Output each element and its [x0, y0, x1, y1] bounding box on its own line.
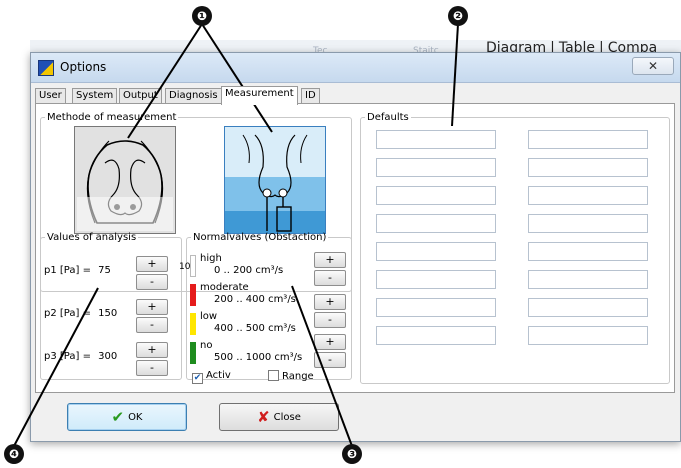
x-icon: ✘	[257, 408, 270, 426]
norm-edge-clip-text: 10	[179, 262, 191, 272]
range-checkbox-box[interactable]	[268, 370, 279, 381]
norm-item-high: high 0 .. 200 cm³/s	[190, 253, 318, 279]
window-close-button[interactable]: ✕	[632, 57, 674, 75]
default-value-input[interactable]	[376, 326, 496, 345]
default-value-input[interactable]	[528, 326, 648, 345]
activ-checkbox-box[interactable]: ✔	[192, 373, 203, 384]
norm-color-swatch-no[interactable]	[190, 342, 196, 364]
close-button-label: Close	[273, 412, 301, 423]
norm-item-moderate: moderate 200 .. 400 cm³/s	[190, 282, 318, 308]
analysis-row-p1: p1 [Pa] = 75	[44, 265, 111, 276]
default-value-input[interactable]	[528, 130, 648, 149]
dialog-titlebar[interactable]: Options ✕	[31, 53, 680, 83]
p1-stepper: + -	[136, 256, 168, 290]
norm-label-no: no	[200, 340, 213, 351]
default-value-input[interactable]	[528, 214, 648, 233]
range-checkbox-label: Range	[282, 371, 314, 382]
default-value-input[interactable]	[528, 270, 648, 289]
norm-low-increase-button[interactable]: +	[314, 334, 346, 350]
tab-system[interactable]: System	[72, 88, 118, 104]
p3-label: p3 [Pa] =	[44, 351, 91, 362]
ok-button-label: OK	[128, 412, 143, 423]
app-logo-icon	[38, 60, 54, 76]
norm-high-increase-button[interactable]: +	[314, 252, 346, 268]
norm-high-decrease-button[interactable]: -	[314, 270, 346, 286]
analysis-row-p3: p3 [Pa] = 300	[44, 351, 117, 362]
default-value-input[interactable]	[376, 242, 496, 261]
default-value-input[interactable]	[376, 270, 496, 289]
method-group-legend: Methode of measurement	[47, 112, 177, 123]
activ-checkbox-label: Activ	[206, 370, 231, 381]
default-value-input[interactable]	[528, 158, 648, 177]
default-value-input[interactable]	[528, 186, 648, 205]
ok-button[interactable]: ✔ OK	[67, 403, 187, 431]
norm-color-swatch-high[interactable]	[190, 255, 196, 277]
tab-output[interactable]: Output	[119, 88, 162, 104]
callout-2-badge: ❷	[448, 6, 468, 26]
default-value-input[interactable]	[528, 298, 648, 317]
defaults-group-legend: Defaults	[367, 112, 409, 123]
normalvalues-group-legend: Normalvalves (Obstaction)	[193, 232, 327, 243]
face-mask-icon	[75, 127, 175, 233]
callout-1-badge: ❶	[192, 6, 212, 26]
checkmark-icon: ✔	[111, 408, 125, 426]
default-value-input[interactable]	[528, 242, 648, 261]
norm-range-no: 500 .. 1000 cm³/s	[214, 352, 303, 363]
default-value-input[interactable]	[376, 298, 496, 317]
p3-stepper: + -	[136, 342, 168, 376]
norm-low-decrease-button[interactable]: -	[314, 352, 346, 368]
norm-moderate-stepper: + -	[314, 294, 346, 328]
p2-decrease-button[interactable]: -	[136, 317, 168, 333]
measurement-method-face-mask[interactable]	[74, 126, 176, 234]
norm-range-low: 400 .. 500 cm³/s	[214, 323, 296, 334]
default-value-input[interactable]	[376, 158, 496, 177]
norm-item-no: no 500 .. 1000 cm³/s	[190, 340, 318, 366]
p1-increase-button[interactable]: +	[136, 256, 168, 272]
analysis-group-legend: Values of analysis	[47, 232, 137, 243]
measurement-tab-panel: Methode of measurement Values of analysi…	[35, 103, 675, 393]
tab-id[interactable]: ID	[301, 88, 320, 104]
p1-label: p1 [Pa] =	[44, 265, 91, 276]
norm-item-low: low 400 .. 500 cm³/s	[190, 311, 318, 337]
measurement-method-nasal-probes[interactable]	[224, 126, 326, 234]
norm-range-moderate: 200 .. 400 cm³/s	[214, 294, 296, 305]
p3-increase-button[interactable]: +	[136, 342, 168, 358]
norm-moderate-increase-button[interactable]: +	[314, 294, 346, 310]
norm-label-high: high	[200, 253, 222, 264]
p1-value: 75	[98, 265, 111, 276]
nasal-probes-icon	[225, 127, 325, 233]
norm-label-low: low	[200, 311, 218, 322]
norm-label-moderate: moderate	[200, 282, 249, 293]
norm-color-swatch-moderate[interactable]	[190, 284, 196, 306]
tab-diagnosis[interactable]: Diagnosis	[165, 88, 222, 104]
norm-high-stepper: + -	[314, 252, 346, 286]
p3-decrease-button[interactable]: -	[136, 360, 168, 376]
activ-checkbox[interactable]: ✔ Activ	[192, 370, 231, 384]
p3-value: 300	[98, 351, 118, 362]
close-button[interactable]: ✘ Close	[219, 403, 339, 431]
default-value-input[interactable]	[376, 130, 496, 149]
p2-label: p2 [Pa] =	[44, 308, 91, 319]
callout-4-badge: ❹	[4, 444, 24, 464]
range-checkbox[interactable]: Range	[268, 370, 314, 382]
analysis-row-p2: p2 [Pa] = 150	[44, 308, 117, 319]
dialog-title: Options	[60, 60, 107, 74]
norm-color-swatch-low[interactable]	[190, 313, 196, 335]
p2-value: 150	[98, 308, 118, 319]
tab-user[interactable]: User	[35, 88, 66, 104]
tab-measurement[interactable]: Measurement	[221, 86, 298, 105]
default-value-input[interactable]	[376, 214, 496, 233]
callout-3-badge: ❸	[342, 444, 362, 464]
options-dialog: Options ✕ User System Output Diagnosis M…	[30, 52, 681, 442]
p1-decrease-button[interactable]: -	[136, 274, 168, 290]
norm-low-stepper: + -	[314, 334, 346, 368]
norm-moderate-decrease-button[interactable]: -	[314, 312, 346, 328]
p2-stepper: + -	[136, 299, 168, 333]
default-value-input[interactable]	[376, 186, 496, 205]
screenshot-stage: Tec Staitc Diagram | Table | Compa Options ✕…	[0, 0, 681, 468]
p2-increase-button[interactable]: +	[136, 299, 168, 315]
norm-range-high: 0 .. 200 cm³/s	[214, 265, 284, 276]
